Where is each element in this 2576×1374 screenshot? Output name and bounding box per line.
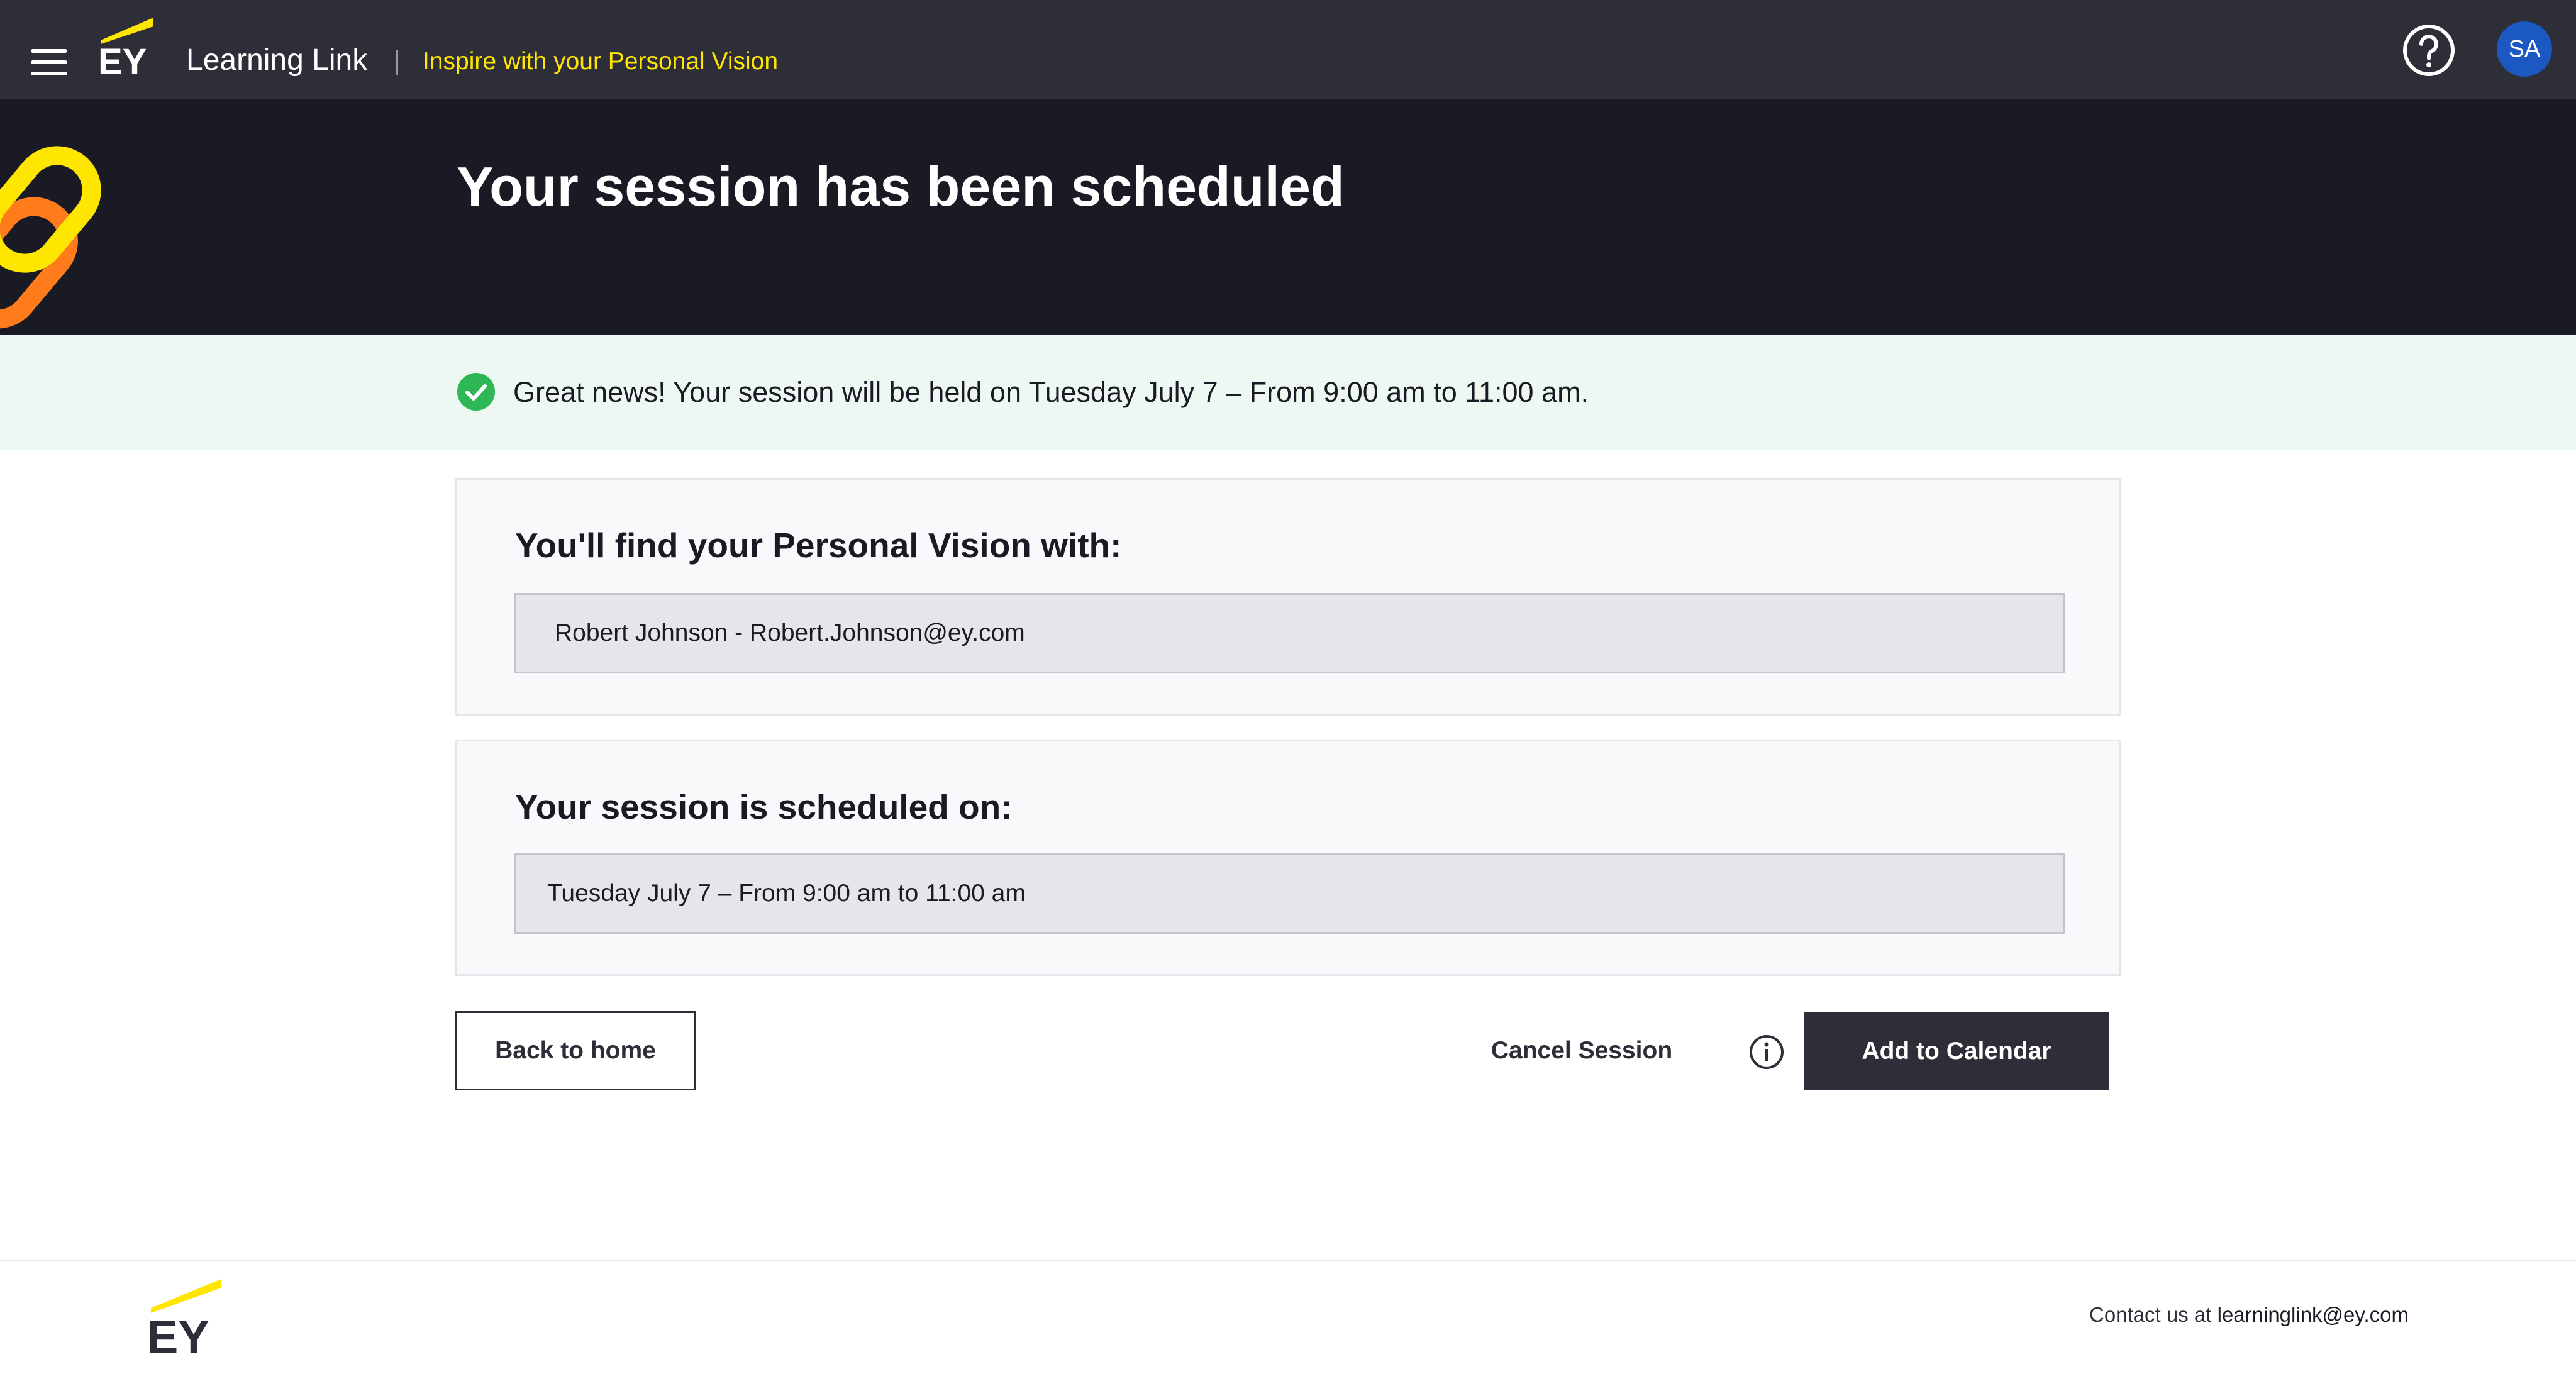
page-title: Your session has been scheduled: [457, 155, 1345, 218]
ey-logo[interactable]: EY: [96, 15, 165, 78]
personal-vision-heading: You'll find your Personal Vision with:: [515, 526, 1122, 565]
info-circle-icon[interactable]: [1748, 1034, 1785, 1070]
footer-contact: Contact us at learninglink@ey.com: [2089, 1303, 2409, 1327]
check-circle-icon: [457, 373, 495, 411]
hamburger-menu-icon[interactable]: [31, 49, 67, 77]
question-circle-icon[interactable]: [2401, 23, 2457, 78]
add-to-calendar-button[interactable]: Add to Calendar: [1804, 1012, 2109, 1090]
tagline: Inspire with your Personal Vision: [423, 48, 779, 75]
svg-text:EY: EY: [98, 42, 147, 78]
footer-divider: [0, 1260, 2576, 1261]
chain-link-icon: [0, 146, 101, 329]
svg-text:EY: EY: [147, 1311, 209, 1357]
session-schedule-heading: Your session is scheduled on:: [515, 787, 1013, 826]
cancel-session-button[interactable]: Cancel Session: [1465, 1011, 1698, 1090]
personal-vision-contact-field: Robert Johnson - Robert.Johnson@ey.com: [514, 593, 2065, 673]
top-navigation-bar: EY Learning Link Inspire with your Perso…: [0, 0, 2576, 99]
user-avatar[interactable]: SA: [2497, 21, 2552, 77]
app-title[interactable]: Learning Link: [186, 43, 367, 77]
footer-contact-prefix: Contact us at: [2089, 1303, 2218, 1326]
footer-contact-email-link[interactable]: learninglink@ey.com: [2218, 1303, 2409, 1326]
hero-banner: Your session has been scheduled: [0, 99, 2576, 335]
success-message: Great news! Your session will be held on…: [513, 376, 1589, 408]
title-divider: [396, 50, 398, 75]
back-to-home-button[interactable]: Back to home: [455, 1011, 696, 1090]
session-schedule-field: Tuesday July 7 – From 9:00 am to 11:00 a…: [514, 853, 2065, 934]
session-schedule-card: Your session is scheduled on: Tuesday Ju…: [455, 740, 2121, 976]
personal-vision-card: You'll find your Personal Vision with: R…: [455, 478, 2121, 716]
ey-footer-logo: EY: [147, 1279, 221, 1357]
